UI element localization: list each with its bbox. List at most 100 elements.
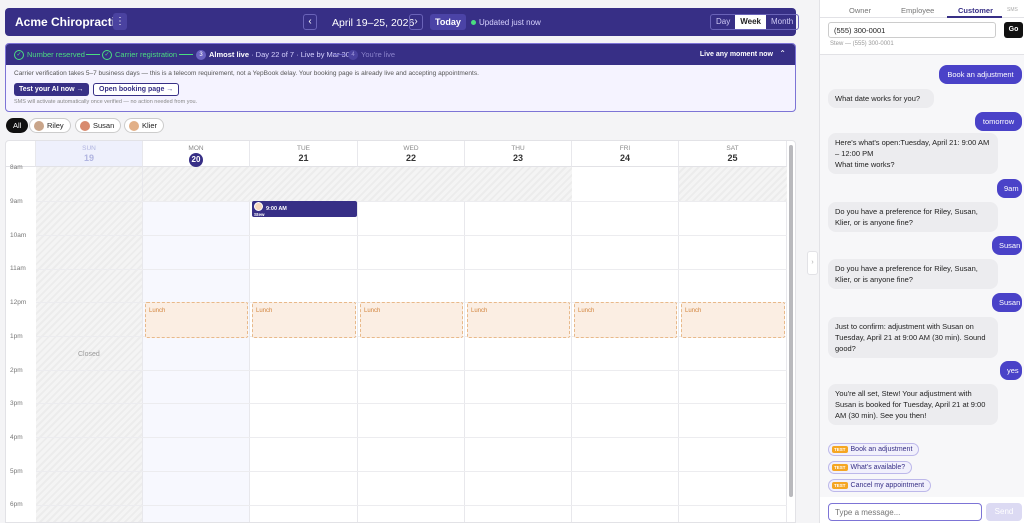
lunch-block-fri[interactable]: Lunch <box>574 302 677 338</box>
day-column-thu[interactable] <box>465 167 572 522</box>
test-tag: TEST <box>832 463 848 471</box>
live-status-text: Live any moment now <box>699 51 773 58</box>
test-tag: TEST <box>832 445 848 453</box>
step-label: Number reserved <box>27 50 85 59</box>
quick-reply-chip[interactable]: TEST What's available? <box>828 461 913 474</box>
step-number-badge: 3 <box>196 50 206 61</box>
day-date: 21 <box>298 153 309 163</box>
status-dot-icon <box>471 20 476 25</box>
message-ai: Just to confirm: adjustment with Susan o… <box>828 317 998 358</box>
appointment-customer: Stew <box>254 212 265 217</box>
day-column-wed[interactable] <box>358 167 465 522</box>
step-label: Almost live <box>209 50 250 59</box>
step-carrier-registration: ✓ Carrier registration <box>102 50 177 61</box>
customer-phone-input[interactable] <box>828 22 996 38</box>
step-connector <box>179 54 193 55</box>
step-youre-live: 4 You're live <box>348 50 396 61</box>
next-week-button[interactable]: › <box>409 14 423 30</box>
filter-riley[interactable]: Riley <box>29 118 71 133</box>
day-column-sat[interactable] <box>679 167 787 522</box>
message-customer: tomorrow <box>975 112 1022 131</box>
go-button[interactable]: Go <box>1004 22 1023 38</box>
staff-name: Susan <box>93 121 115 130</box>
step-label: You're live <box>361 50 396 59</box>
day-name: MON <box>188 145 204 152</box>
tab-customer[interactable]: Customer <box>958 6 993 15</box>
appointment-block[interactable]: 9:00 AM Stew <box>252 201 357 217</box>
day-header-tue: TUE 21 <box>250 141 358 167</box>
filter-all[interactable]: All <box>6 118 29 133</box>
collapse-chevron-icon[interactable]: ⌃ <box>779 49 786 58</box>
day-header-mon: MON 20 <box>143 141 250 167</box>
hour-label: 10am <box>10 232 27 239</box>
filter-susan[interactable]: Susan <box>75 118 122 133</box>
day-date: 25 <box>727 153 738 163</box>
date-range-label: April 19–25, 2026 <box>332 17 415 29</box>
sync-status-text: Updated just now <box>479 18 541 27</box>
panel-toggle-chevron-icon[interactable]: › <box>807 251 818 275</box>
test-ai-button[interactable]: Test your AI now → <box>14 83 89 96</box>
check-icon: ✓ <box>102 50 112 61</box>
lunch-block-mon[interactable]: Lunch <box>145 302 248 338</box>
hour-label: 11am <box>10 265 26 272</box>
view-week-button[interactable]: Week <box>735 15 766 29</box>
day-name: SAT <box>726 145 739 152</box>
hour-line <box>36 201 787 202</box>
message-ai: Do you have a preference for Riley, Susa… <box>828 202 998 232</box>
hour-label: 2pm <box>10 367 23 374</box>
hour-line <box>36 370 787 371</box>
avatar <box>254 202 263 211</box>
day-name: SUN <box>82 145 96 152</box>
chat-thread: Book an adjustment What date works for y… <box>820 54 1024 497</box>
appointment-time: 9:00 AM <box>266 206 287 212</box>
view-month-button[interactable]: Month <box>766 15 798 29</box>
closed-slot <box>143 167 572 201</box>
open-booking-page-button[interactable]: Open booking page → <box>93 83 180 96</box>
lunch-block-tue[interactable]: Lunch <box>252 302 356 338</box>
filter-klier[interactable]: Klier <box>124 118 165 133</box>
prev-week-button[interactable]: ‹ <box>303 14 317 30</box>
today-button[interactable]: Today <box>430 14 466 30</box>
day-column-mon[interactable] <box>143 167 250 522</box>
day-name: THU <box>511 145 525 152</box>
go-live-steps: ✓ Number reserved ✓ Carrier registration 3… <box>6 44 795 65</box>
view-day-button[interactable]: Day <box>711 15 735 29</box>
sms-tag: SMS <box>1007 7 1018 13</box>
sms-note: SMS will activate automatically once ver… <box>14 99 198 105</box>
hour-line <box>36 437 787 438</box>
day-column-tue[interactable] <box>250 167 358 522</box>
more-menu-icon[interactable]: ⋮ <box>113 13 127 30</box>
day-column-fri[interactable] <box>572 167 679 522</box>
lunch-block-wed[interactable]: Lunch <box>360 302 463 338</box>
day-header-wed: WED 22 <box>358 141 465 167</box>
sync-status: Updated just now <box>471 18 541 27</box>
step-connector <box>86 54 100 55</box>
quick-reply-chip[interactable]: TEST Cancel my appointment <box>828 479 932 492</box>
message-customer: Book an adjustment <box>939 65 1022 84</box>
tab-employee[interactable]: Employee <box>901 6 934 15</box>
day-column-sun <box>36 167 143 522</box>
message-customer: yes <box>1000 361 1022 380</box>
lunch-block-thu[interactable]: Lunch <box>467 302 570 338</box>
day-date: 24 <box>619 153 630 163</box>
step-almost-live: 3 Almost live · Day 22 of 7 · Live by Mar… <box>196 50 350 61</box>
staff-name: Klier <box>142 121 158 130</box>
week-calendar: SUN 19 MON 20 TUE 21 WED 22 THU 23 FRI 24 SAT 2… <box>5 140 796 523</box>
day-date: 20 <box>189 153 203 167</box>
message-input[interactable] <box>828 503 982 521</box>
staff-name: Riley <box>47 121 64 130</box>
day-header-sat: SAT 25 <box>679 141 787 167</box>
hour-line <box>36 403 787 404</box>
active-tab-indicator <box>947 16 1002 18</box>
lunch-block-sat[interactable]: Lunch <box>681 302 785 338</box>
hour-label: 4pm <box>10 434 23 441</box>
hour-label: 3pm <box>10 400 23 407</box>
send-button[interactable]: Send <box>986 503 1022 521</box>
tab-owner[interactable]: Owner <box>849 6 871 15</box>
calendar-header: Acme Chiropractic ⋮ ‹ April 19–25, 2026 … <box>5 8 800 36</box>
view-switcher: Day Week Month <box>710 14 800 30</box>
quick-reply-chip[interactable]: TEST Book an adjustment <box>828 443 920 456</box>
step-number-reserved: ✓ Number reserved <box>14 50 85 61</box>
day-header-sun: SUN 19 <box>36 141 143 167</box>
calendar-scrollbar[interactable] <box>789 145 793 497</box>
